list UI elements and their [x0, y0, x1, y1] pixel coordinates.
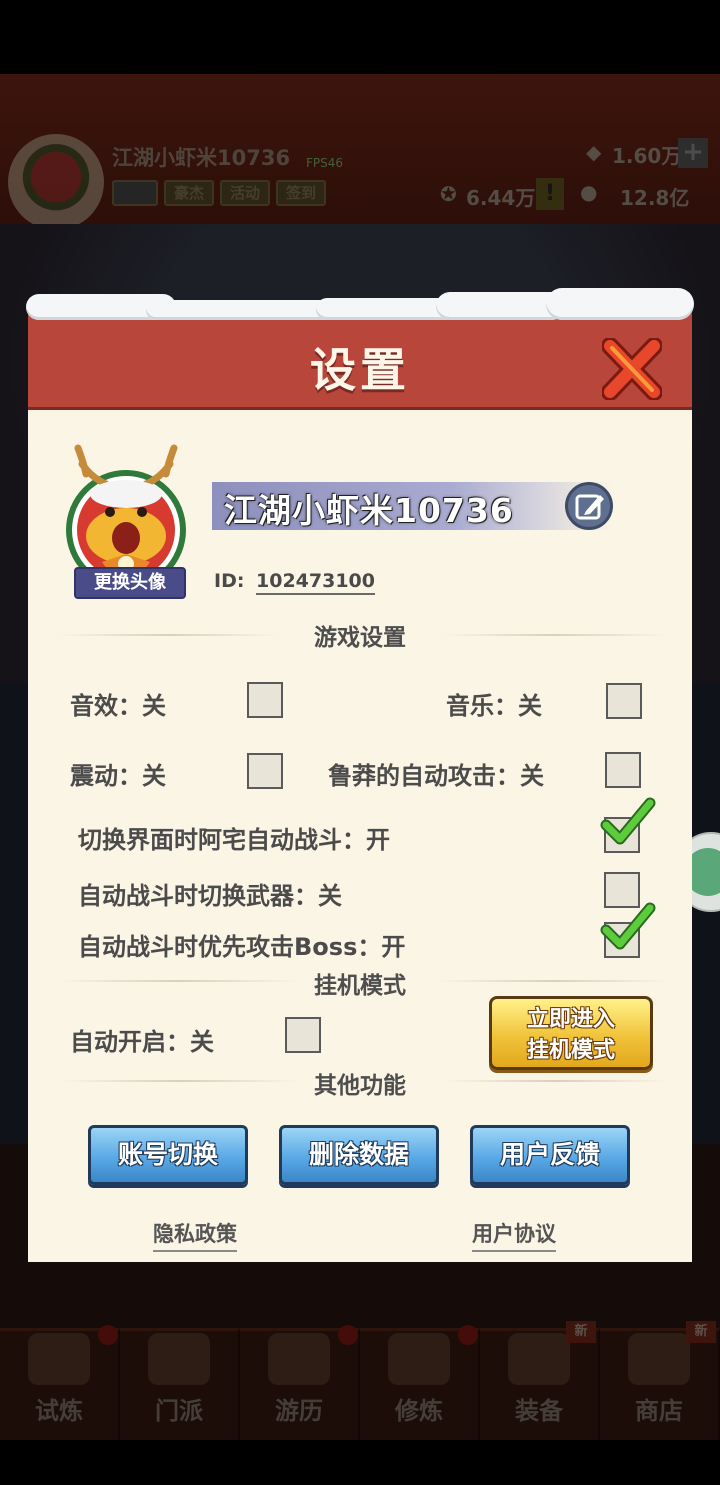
dialog-title: 设置	[310, 343, 410, 397]
checkmark-icon	[600, 797, 656, 845]
enter-idle-line1: 立即进入	[526, 1007, 615, 1032]
checkbox-sound[interactable]	[247, 682, 283, 718]
option-label-auto-start: 自动开启：关	[70, 1028, 214, 1056]
player-name: 江湖小虾米10736	[224, 491, 514, 530]
option-label-vibration: 震动：关	[70, 762, 166, 790]
player-id-value: 102473100	[256, 570, 375, 595]
close-button[interactable]	[601, 337, 663, 401]
checkbox-auto-start[interactable]	[285, 1017, 321, 1053]
option-label-auto-switch-weapon: 自动战斗时切换武器：关	[78, 882, 342, 910]
checkbox-reckless-auto-attack[interactable]	[605, 752, 641, 788]
checkmark-icon	[600, 902, 656, 950]
reindeer-avatar-icon	[66, 444, 186, 590]
option-label-sound: 音效：关	[70, 692, 166, 720]
close-icon	[601, 337, 663, 401]
checkbox-prioritize-boss[interactable]	[600, 902, 656, 958]
option-label-reckless-auto-attack: 鲁莽的自动攻击：关	[328, 762, 544, 790]
section-title-idle-mode: 挂机模式	[314, 973, 406, 999]
section-title-game-settings: 游戏设置	[314, 625, 406, 651]
user-agreement-link[interactable]: 用户协议	[472, 1218, 556, 1252]
option-label-auto-battle-on-switch: 切换界面时阿宅自动战斗：开	[78, 826, 390, 854]
dialog-body: 更换头像 江湖小虾米10736 ID: 102473100 游戏设置 音效：关 …	[28, 410, 692, 1262]
switch-account-button[interactable]: 账号切换	[88, 1125, 248, 1185]
enter-idle-mode-button[interactable]: 立即进入 挂机模式	[489, 996, 653, 1070]
checkbox-music[interactable]	[606, 683, 642, 719]
option-label-music: 音乐：关	[446, 692, 542, 720]
edit-name-button[interactable]	[565, 482, 613, 530]
edit-pencil-icon	[575, 494, 604, 520]
dialog-header: 设置	[28, 310, 692, 410]
feedback-button[interactable]: 用户反馈	[470, 1125, 630, 1185]
change-avatar-button[interactable]: 更换头像	[74, 567, 186, 599]
delete-data-button[interactable]: 删除数据	[279, 1125, 439, 1185]
snow-decoration	[26, 288, 694, 324]
player-id-label: ID:	[214, 570, 245, 592]
status-bar	[0, 0, 720, 74]
checkbox-auto-battle-on-switch[interactable]	[600, 797, 656, 853]
section-title-other: 其他功能	[314, 1073, 406, 1099]
checkbox-vibration[interactable]	[247, 753, 283, 789]
option-label-prioritize-boss: 自动战斗时优先攻击Boss：开	[78, 933, 406, 961]
enter-idle-line2: 挂机模式	[526, 1038, 615, 1063]
privacy-policy-link[interactable]: 隐私政策	[153, 1218, 237, 1252]
settings-dialog: 设置 更换头像 江湖小虾米10736 ID: 102473100 游戏设置 音效…	[26, 288, 694, 1262]
